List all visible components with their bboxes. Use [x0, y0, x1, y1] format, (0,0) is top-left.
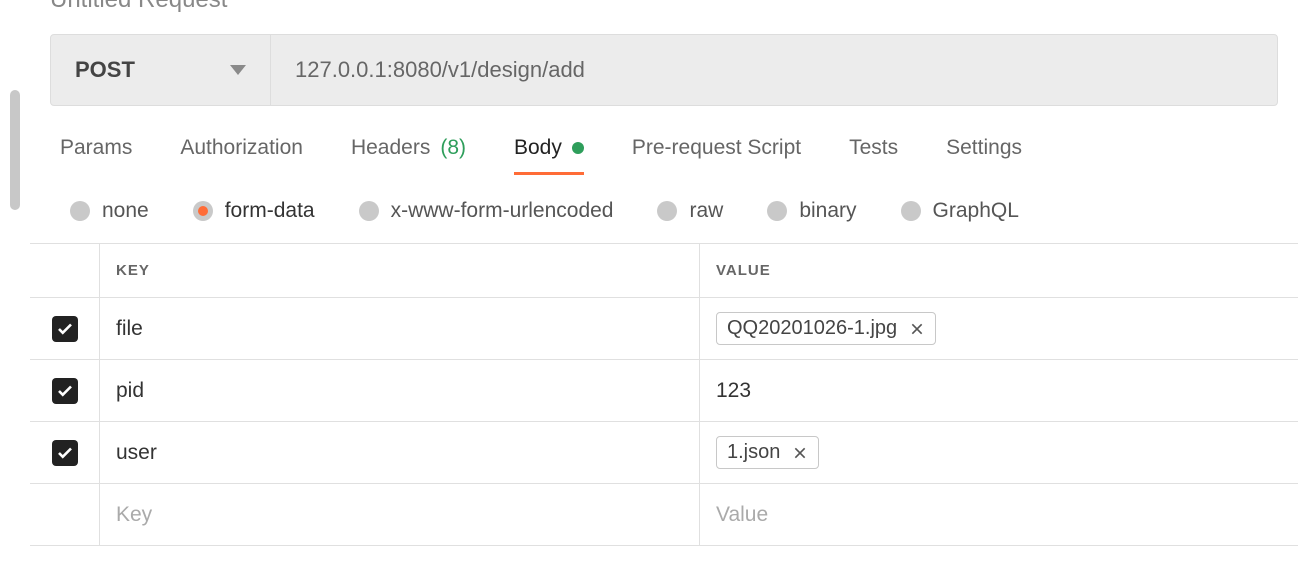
close-icon[interactable]	[909, 321, 925, 337]
row-checkbox[interactable]	[52, 440, 78, 466]
tab-headers-count: (8)	[440, 136, 466, 160]
value-cell[interactable]: Value	[700, 484, 1298, 545]
radio-icon	[657, 201, 677, 221]
tab-tests-label: Tests	[849, 136, 898, 160]
table-header-row: KEY VALUE	[30, 244, 1298, 298]
header-key: KEY	[116, 262, 150, 279]
body-type-group: none form-data x-www-form-urlencoded raw…	[30, 175, 1298, 243]
tab-body-label: Body	[514, 136, 562, 160]
radio-icon	[70, 201, 90, 221]
value-cell[interactable]: QQ20201026-1.jpg	[700, 298, 1298, 359]
row-checkbox[interactable]	[52, 316, 78, 342]
table-row: user 1.json	[30, 422, 1298, 484]
radio-binary[interactable]: binary	[767, 199, 856, 223]
scrollbar-thumb[interactable]	[10, 90, 20, 210]
tab-prerequest[interactable]: Pre-request Script	[632, 136, 801, 175]
file-chip-name: 1.json	[727, 441, 780, 464]
file-chip-name: QQ20201026-1.jpg	[727, 317, 897, 340]
radio-icon	[767, 201, 787, 221]
radio-binary-label: binary	[799, 199, 856, 223]
table-row: pid 123	[30, 360, 1298, 422]
radio-urlencoded[interactable]: x-www-form-urlencoded	[359, 199, 614, 223]
radio-raw-label: raw	[689, 199, 723, 223]
key-cell[interactable]: Key	[100, 484, 700, 545]
radio-icon	[901, 201, 921, 221]
row-checkbox[interactable]	[52, 378, 78, 404]
request-bar: POST 127.0.0.1:8080/v1/design/add	[50, 34, 1278, 106]
url-input[interactable]: 127.0.0.1:8080/v1/design/add	[271, 35, 1277, 105]
tab-params-label: Params	[60, 136, 132, 160]
radio-none[interactable]: none	[70, 199, 149, 223]
check-icon	[56, 320, 74, 338]
tab-settings-label: Settings	[946, 136, 1022, 160]
header-checkbox-cell	[30, 244, 100, 297]
tab-headers[interactable]: Headers (8)	[351, 136, 466, 175]
tab-authorization-label: Authorization	[180, 136, 303, 160]
method-select[interactable]: POST	[51, 35, 271, 105]
header-value: VALUE	[716, 262, 771, 279]
radio-icon	[359, 201, 379, 221]
file-chip[interactable]: QQ20201026-1.jpg	[716, 312, 936, 345]
request-title: Untitled Request	[30, 0, 1298, 22]
request-tabs: Params Authorization Headers (8) Body Pr…	[30, 106, 1298, 175]
radio-form-data[interactable]: form-data	[193, 199, 315, 223]
tab-headers-label: Headers	[351, 136, 430, 160]
radio-form-data-label: form-data	[225, 199, 315, 223]
method-text: POST	[75, 57, 135, 83]
tab-prerequest-label: Pre-request Script	[632, 136, 801, 160]
key-cell[interactable]: file	[100, 298, 700, 359]
key-text: file	[116, 317, 143, 341]
key-text: user	[116, 441, 157, 465]
table-row: file QQ20201026-1.jpg	[30, 298, 1298, 360]
key-cell[interactable]: user	[100, 422, 700, 483]
check-icon	[56, 382, 74, 400]
key-placeholder: Key	[116, 503, 152, 527]
new-row-checkbox-cell	[30, 484, 100, 545]
tab-settings[interactable]: Settings	[946, 136, 1022, 175]
tab-params[interactable]: Params	[60, 136, 132, 175]
tab-body[interactable]: Body	[514, 136, 584, 175]
tab-tests[interactable]: Tests	[849, 136, 898, 175]
table-row-new: Key Value	[30, 484, 1298, 546]
chevron-down-icon	[230, 65, 246, 75]
key-cell[interactable]: pid	[100, 360, 700, 421]
radio-graphql[interactable]: GraphQL	[901, 199, 1019, 223]
key-text: pid	[116, 379, 144, 403]
radio-graphql-label: GraphQL	[933, 199, 1019, 223]
file-chip[interactable]: 1.json	[716, 436, 819, 469]
close-icon[interactable]	[792, 445, 808, 461]
value-cell[interactable]: 1.json	[700, 422, 1298, 483]
radio-none-label: none	[102, 199, 149, 223]
radio-raw[interactable]: raw	[657, 199, 723, 223]
check-icon	[56, 444, 74, 462]
tab-authorization[interactable]: Authorization	[180, 136, 303, 175]
value-text: 123	[716, 379, 751, 403]
radio-icon	[193, 201, 213, 221]
form-data-table: KEY VALUE file QQ20201026-1.jpg	[30, 243, 1298, 546]
dot-indicator-icon	[572, 142, 584, 154]
radio-urlencoded-label: x-www-form-urlencoded	[391, 199, 614, 223]
value-placeholder: Value	[716, 503, 768, 527]
url-text: 127.0.0.1:8080/v1/design/add	[295, 57, 585, 83]
value-cell[interactable]: 123	[700, 360, 1298, 421]
